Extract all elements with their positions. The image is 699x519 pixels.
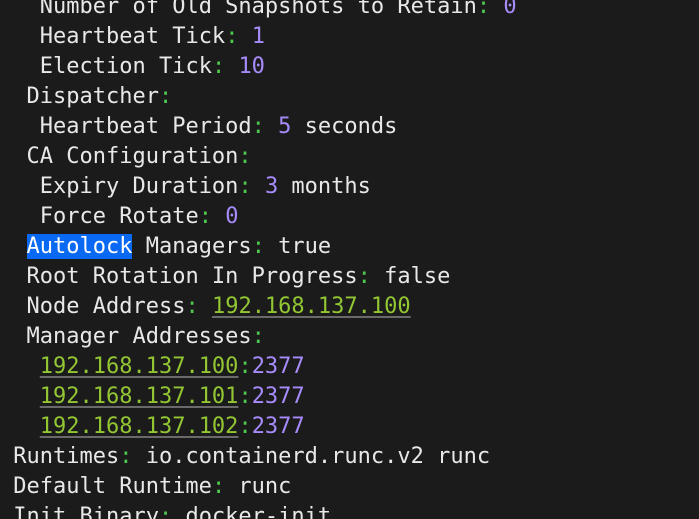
field-label: Managers xyxy=(132,234,252,259)
field-separator: : xyxy=(238,384,252,409)
terminal-line-default-runtime: Default Runtime: runc xyxy=(0,472,699,502)
field-separator: : xyxy=(251,324,265,349)
field-label: CA Configuration xyxy=(26,144,239,169)
terminal-line-number-of-old-snapshots-to-retain: Number of Old Snapshots to Retain: 0 xyxy=(0,0,699,22)
terminal-line-manager-address-1: 192.168.137.100:2377 xyxy=(0,352,699,382)
field-separator: : xyxy=(185,294,199,319)
field-number-value: 10 xyxy=(238,54,265,79)
field-separator: : xyxy=(198,204,212,229)
field-value: true xyxy=(264,234,332,259)
field-separator: : xyxy=(211,474,226,499)
selected-text-highlight[interactable]: Autolock xyxy=(26,234,133,259)
terminal-line-heartbeat-tick: Heartbeat Tick: 1 xyxy=(0,22,699,52)
terminal-line-manager-address-2: 192.168.137.101:2377 xyxy=(0,382,699,412)
field-label: Node Address xyxy=(26,294,186,319)
field-label: Expiry Duration xyxy=(39,174,239,199)
field-label: Heartbeat Tick xyxy=(39,24,226,49)
terminal-line-runtimes: Runtimes: io.containerd.runc.v2 runc xyxy=(0,442,699,472)
field-separator: : xyxy=(211,54,226,79)
field-label: Number of Old Snapshots to Retain xyxy=(39,0,477,19)
field-label: Root Rotation In Progress xyxy=(26,264,358,289)
ip-address-link[interactable]: 192.168.137.101 xyxy=(40,384,239,409)
terminal-line-autolock-managers: Autolock Managers: true xyxy=(0,232,699,262)
field-label: Manager Addresses xyxy=(26,324,252,349)
field-separator: : xyxy=(238,354,252,379)
field-separator: : xyxy=(225,24,239,49)
terminal-line-heartbeat-period: Heartbeat Period: 5 seconds xyxy=(0,112,699,142)
field-value xyxy=(199,294,212,319)
field-separator: : xyxy=(158,504,173,519)
field-number-value: 0 xyxy=(225,204,239,229)
terminal-line-dispatcher: Dispatcher: xyxy=(0,82,699,112)
terminal-line-manager-addresses: Manager Addresses: xyxy=(0,322,699,352)
field-value xyxy=(212,204,225,229)
field-separator: : xyxy=(119,444,133,469)
field-label: Init Binary xyxy=(13,504,159,519)
ip-address-link[interactable]: 192.168.137.102 xyxy=(40,414,239,439)
field-separator: : xyxy=(357,264,371,289)
field-value: docker-init xyxy=(172,504,332,519)
terminal-line-force-rotate: Force Rotate: 0 xyxy=(0,202,699,232)
port-number: 2377 xyxy=(251,384,305,409)
field-label: Election Tick xyxy=(39,54,212,79)
field-value xyxy=(225,54,238,79)
field-number-value: 5 xyxy=(278,114,292,139)
field-value xyxy=(265,114,278,139)
field-label: Force Rotate xyxy=(39,204,199,229)
field-value: seconds xyxy=(291,114,398,139)
field-value xyxy=(238,24,251,49)
port-number: 2377 xyxy=(251,354,305,379)
field-separator: : xyxy=(476,0,491,19)
field-value: months xyxy=(278,174,371,199)
field-label: Default Runtime xyxy=(13,474,212,499)
field-number-value: 3 xyxy=(264,174,279,199)
terminal-line-election-tick: Election Tick: 10 xyxy=(0,52,699,82)
field-number-value: 0 xyxy=(503,0,517,19)
field-value: io.containerd.runc.v2 runc xyxy=(132,444,491,469)
terminal-line-expiry-duration: Expiry Duration: 3 months xyxy=(0,172,699,202)
field-number-value: 1 xyxy=(251,24,265,49)
terminal-line-node-address: Node Address: 192.168.137.100 xyxy=(0,292,699,322)
field-value: runc xyxy=(225,474,292,499)
ip-address-link[interactable]: 192.168.137.100 xyxy=(212,294,411,319)
field-separator: : xyxy=(158,84,173,109)
terminal-lines: Number of Old Snapshots to Retain: 0 Hea… xyxy=(0,0,699,519)
field-separator: : xyxy=(238,174,252,199)
field-separator: : xyxy=(251,114,265,139)
terminal-line-init-binary: Init Binary: docker-init xyxy=(0,502,699,519)
field-label: Dispatcher xyxy=(26,84,159,109)
field-value xyxy=(490,0,503,19)
field-label: Runtimes xyxy=(13,444,120,469)
field-label: Heartbeat Period xyxy=(39,114,252,139)
ip-address-link[interactable]: 192.168.137.100 xyxy=(40,354,239,379)
terminal-line-manager-address-3: 192.168.137.102:2377 xyxy=(0,412,699,442)
terminal-line-root-rotation-in-progress: Root Rotation In Progress: false xyxy=(0,262,699,292)
terminal-output[interactable]: Number of Old Snapshots to Retain: 0 Hea… xyxy=(0,0,699,519)
terminal-line-ca-configuration: CA Configuration: xyxy=(0,142,699,172)
field-separator: : xyxy=(238,144,252,169)
field-value: false xyxy=(370,264,451,289)
port-number: 2377 xyxy=(251,414,305,439)
field-separator: : xyxy=(251,234,265,259)
field-separator: : xyxy=(238,414,252,439)
field-value xyxy=(252,174,265,199)
